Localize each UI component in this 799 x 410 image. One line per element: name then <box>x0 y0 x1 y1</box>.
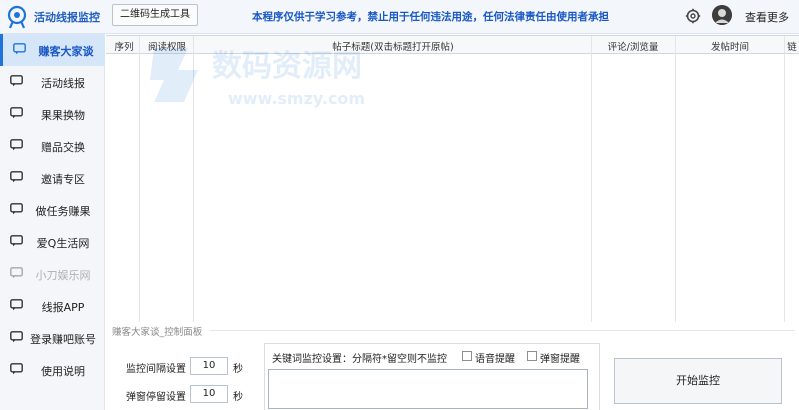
sidebar-item-label: 线报APP <box>41 301 85 314</box>
popup-stay-unit: 秒 <box>233 392 243 403</box>
sidebar-item-aiq[interactable]: 爱Q生活网 <box>0 226 105 258</box>
sidebar-item-renwu[interactable]: 做任务赚果 <box>0 194 105 226</box>
user-avatar-icon <box>712 5 732 25</box>
popup-alert-label[interactable]: 弹窗提醒 <box>540 350 580 365</box>
avatar[interactable] <box>712 5 732 25</box>
sidebar-item-zhuanke[interactable]: 赚客大家谈 <box>0 34 105 66</box>
sidebar-item-label: 赚客大家谈 <box>38 45 94 58</box>
voice-alert-checkbox[interactable] <box>462 351 472 361</box>
app-logo-icon <box>7 5 27 29</box>
sidebar-item-huodong[interactable]: 活动线报 <box>0 66 105 98</box>
sidebar-item-label: 活动线报 <box>41 77 85 90</box>
panel-divider <box>210 330 795 331</box>
message-icon <box>10 75 23 87</box>
message-icon <box>10 235 23 247</box>
interval-label: 监控间隔设置 <box>126 364 186 375</box>
top-bar: 活动线报监控 二维码生成工具 本程序仅供于学习参考，禁止用于任何违法用途，任何法… <box>0 0 799 34</box>
sidebar-item-help[interactable]: 使用说明 <box>0 354 105 386</box>
column-header-time[interactable]: 发帖时间 <box>678 39 782 53</box>
sidebar-item-label: 果果换物 <box>41 109 85 122</box>
column-divider <box>591 36 592 322</box>
column-divider <box>784 36 785 322</box>
voice-alert-label[interactable]: 语音提醒 <box>475 350 515 365</box>
see-more-link[interactable]: 查看更多 <box>745 9 789 25</box>
watermark-title: 数码资源网 <box>212 49 362 84</box>
popup-stay-input[interactable]: 10 <box>190 385 228 403</box>
interval-unit: 秒 <box>233 364 243 375</box>
popup-alert-checkbox[interactable] <box>527 351 537 361</box>
sidebar-item-zengpin[interactable]: 赠品交换 <box>0 130 105 162</box>
gear-icon[interactable] <box>685 8 701 24</box>
message-icon <box>10 203 23 215</box>
start-monitor-button[interactable]: 开始监控 <box>614 358 782 404</box>
control-panel-title: 赚客大家谈_控制面板 <box>112 327 203 338</box>
message-icon <box>13 43 26 55</box>
popup-stay-label: 弹窗停留设置 <box>126 392 186 403</box>
sidebar-item-xiaodao[interactable]: 小刀娱乐网 <box>0 258 105 290</box>
column-header-link[interactable]: 链 <box>786 39 798 53</box>
message-icon <box>10 267 23 279</box>
sidebar-item-label: 爱Q生活网 <box>36 237 90 250</box>
column-header-views[interactable]: 评论/浏览量 <box>594 39 672 53</box>
watermark-url: www.smzy.com <box>228 89 365 108</box>
sidebar-item-guoguo[interactable]: 果果换物 <box>0 98 105 130</box>
interval-input[interactable]: 10 <box>190 357 228 375</box>
sidebar-item-label: 小刀娱乐网 <box>35 269 91 282</box>
message-icon <box>10 299 23 311</box>
keyword-settings-label: 关键词监控设置：分隔符*留空则不监控 <box>272 354 447 365</box>
sidebar-item-label: 使用说明 <box>41 365 85 378</box>
sidebar-item-label: 做任务赚果 <box>35 205 91 218</box>
keyword-textarea[interactable] <box>268 369 588 409</box>
sidebar-item-login[interactable]: 登录赚吧账号 <box>0 322 105 354</box>
sidebar: 赚客大家谈 活动线报 果果换物 赠品交换 邀请专区 做任务赚果 爱Q生活网 小刀… <box>0 34 105 410</box>
column-divider <box>139 36 140 322</box>
qr-generator-button[interactable]: 二维码生成工具 <box>112 4 198 26</box>
sidebar-item-label: 赠品交换 <box>41 141 85 154</box>
message-icon <box>10 107 23 119</box>
message-icon <box>10 331 23 343</box>
sidebar-item-app[interactable]: 线报APP <box>0 290 105 322</box>
disclaimer-notice: 本程序仅供于学习参考，禁止用于任何违法用途，任何法律责任由使用者承担 <box>252 11 609 23</box>
message-icon <box>10 171 23 183</box>
sidebar-item-label: 登录赚吧账号 <box>30 333 96 346</box>
sidebar-item-yaoqing[interactable]: 邀请专区 <box>0 162 105 194</box>
sidebar-item-label: 邀请专区 <box>41 173 85 186</box>
column-header-index[interactable]: 序列 <box>110 39 138 53</box>
message-icon <box>10 363 23 375</box>
app-title: 活动线报监控 <box>34 11 100 24</box>
watermark-logo: 数码资源网 www.smzy.com <box>150 48 365 108</box>
message-icon <box>10 139 23 151</box>
column-divider <box>675 36 676 322</box>
